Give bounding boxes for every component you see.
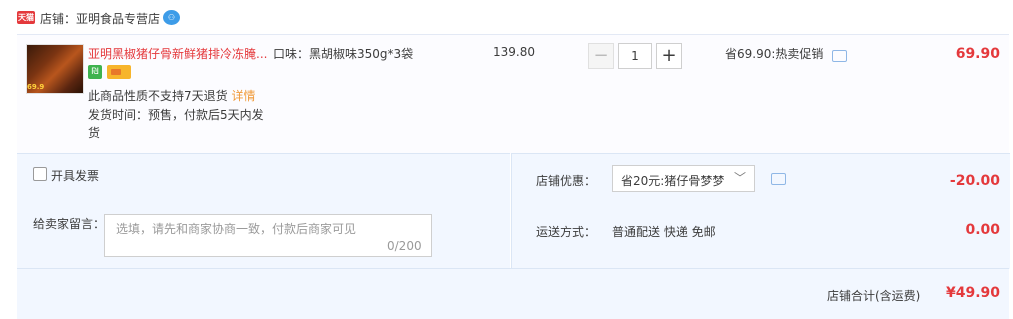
guarantee-icon: ₪ <box>88 65 102 79</box>
item-total: 69.90 <box>955 46 1000 62</box>
thumbnail-price: 69.9 <box>27 83 45 91</box>
ship-time-notice: 发货时间：预售，付款后5天内发货 <box>88 108 264 140</box>
shipping-method: 普通配送 快递 免邮 <box>612 225 716 239</box>
message-char-count: 0/200 <box>387 239 422 253</box>
quantity-input[interactable]: 1 <box>618 43 652 69</box>
return-notice-text: 此商品性质不支持7天退货 <box>88 89 228 103</box>
return-notice: 此商品性质不支持7天退货 详情 <box>88 87 255 104</box>
quantity-increase-button[interactable]: + <box>656 43 682 69</box>
chat-icon[interactable]: ⚇ <box>163 10 180 25</box>
credit-card-icon <box>107 65 131 79</box>
shop-name[interactable]: 店铺：亚明食品专营店 <box>40 10 160 27</box>
discount-amount: -20.00 <box>949 173 1000 189</box>
discount-selected-value: 省20元:猪仔骨梦梦 <box>621 174 725 188</box>
invoice-label[interactable]: 开具发票 <box>51 167 99 184</box>
message-icon[interactable] <box>832 50 847 62</box>
promotion-text: 省69.90:热卖促销 <box>725 47 824 61</box>
message-placeholder: 选填，请先和商家协商一致，付款后商家可见 <box>116 222 357 236</box>
shipping-label: 运送方式： <box>536 225 597 239</box>
shop-total-label: 店铺合计(含运费) <box>827 289 921 303</box>
shop-total-amount: ¥49.90 <box>945 285 1000 301</box>
sku-flavor: 口味：黑胡椒味350g*3袋 <box>273 47 414 61</box>
shipping-amount: 0.00 <box>965 222 1000 238</box>
unit-price: 139.80 <box>493 45 535 59</box>
quantity-decrease-button[interactable]: − <box>588 43 614 69</box>
discount-label: 店铺优惠： <box>536 174 597 188</box>
product-title-link[interactable]: 亚明黑椒猪仔骨新鲜猪排冷冻腌... <box>88 45 268 62</box>
tmall-badge: 天猫 <box>17 11 35 24</box>
order-summary-panel <box>511 153 1010 269</box>
message-icon[interactable] <box>771 173 786 185</box>
message-label: 给卖家留言： <box>33 217 106 231</box>
details-link[interactable]: 详情 <box>231 89 255 103</box>
invoice-checkbox[interactable] <box>33 167 47 181</box>
chevron-down-icon[interactable]: ﹀ <box>734 169 746 186</box>
